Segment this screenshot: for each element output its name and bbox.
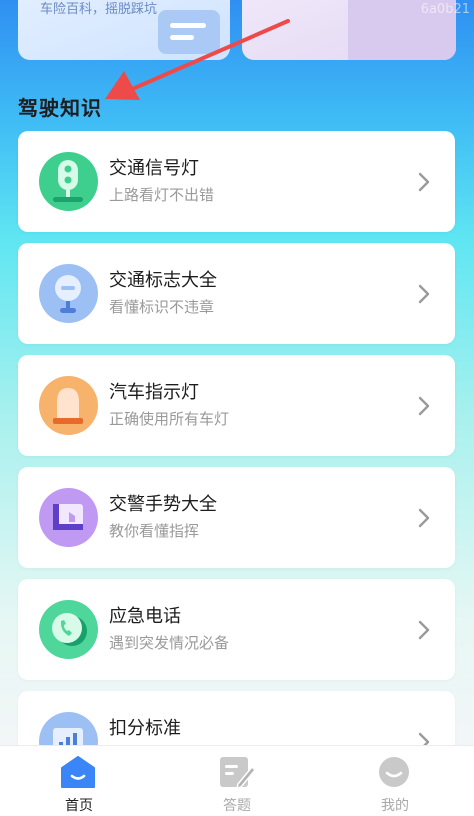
item-subtitle: 上路看灯不出错 [109, 186, 215, 204]
item-subtitle: 教你看懂指挥 [109, 522, 200, 540]
bottom-tab-bar: 首页 答题 我的 [0, 745, 474, 816]
tab-home[interactable]: 首页 [0, 746, 158, 816]
car-indicator-icon [39, 376, 98, 435]
banner-card-left[interactable]: 车险百科，摇脱踩坑 [18, 0, 230, 60]
item-title: 汽车指示灯 [109, 382, 199, 403]
chevron-right-icon [418, 620, 430, 640]
watermark: 6a0b21 [420, 2, 470, 17]
profile-icon [379, 757, 409, 787]
tab-label: 首页 [65, 798, 93, 814]
chevron-right-icon [418, 396, 430, 416]
tab-label: 答题 [223, 798, 251, 814]
list-item-road-signs[interactable]: 交通标志大全 看懂标识不违章 [18, 243, 455, 344]
traffic-light-icon [39, 152, 98, 211]
list-item-police-gestures[interactable]: 交警手势大全 教你看懂指挥 [18, 467, 455, 568]
tab-quiz[interactable]: 答题 [158, 746, 316, 816]
list-item-car-indicators[interactable]: 汽车指示灯 正确使用所有车灯 [18, 355, 455, 456]
item-title: 扣分标准 [109, 718, 181, 739]
item-subtitle: 看懂标识不违章 [109, 298, 215, 316]
item-title: 交通标志大全 [109, 270, 217, 291]
item-subtitle: 遇到突发情况必备 [109, 634, 230, 652]
item-title: 应急电话 [109, 606, 181, 627]
chevron-right-icon [418, 284, 430, 304]
tab-label: 我的 [381, 798, 409, 814]
road-sign-icon [39, 264, 98, 323]
section-title: 驾驶知识 [18, 96, 102, 120]
chevron-right-icon [418, 508, 430, 528]
tab-profile[interactable]: 我的 [316, 746, 474, 816]
banner-teaser: 车险百科，摇脱踩坑 [40, 2, 158, 17]
item-title: 交警手势大全 [109, 494, 217, 515]
phone-icon [39, 600, 98, 659]
quiz-icon [220, 757, 256, 790]
list-item-emergency-phone[interactable]: 应急电话 遇到突发情况必备 [18, 579, 455, 680]
item-subtitle: 正确使用所有车灯 [109, 410, 230, 428]
chevron-right-icon [418, 172, 430, 192]
list-item-traffic-light[interactable]: 交通信号灯 上路看灯不出错 [18, 131, 455, 232]
document-icon [158, 10, 220, 54]
item-title: 交通信号灯 [109, 158, 199, 179]
home-icon [61, 756, 95, 788]
hand-gesture-icon [39, 488, 98, 547]
